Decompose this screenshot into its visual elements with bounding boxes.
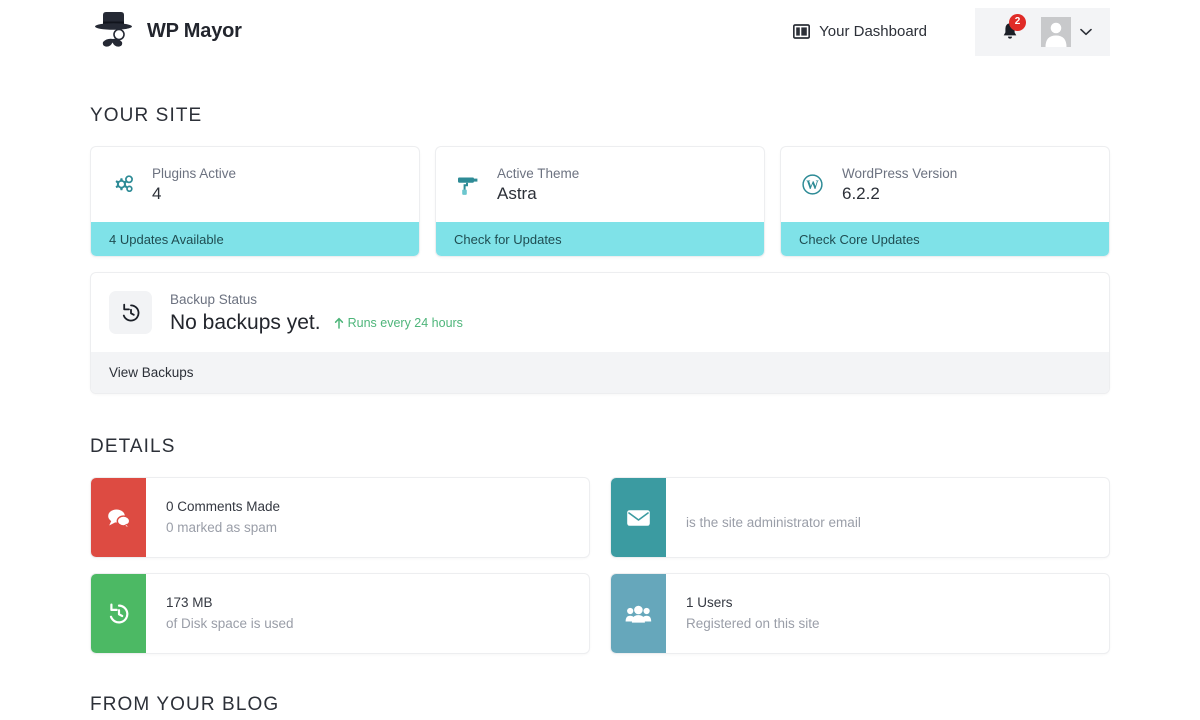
brand-name: WP Mayor	[147, 20, 242, 42]
backup-status-value: No backups yet.	[170, 310, 321, 334]
wordpress-version-card: W WordPress Version 6.2.2 Check Core Upd…	[780, 146, 1110, 257]
core-updates-action[interactable]: Check Core Updates	[781, 222, 1109, 256]
header-right: Your Dashboard 2	[793, 7, 1110, 56]
your-site-card-row: Plugins Active 4 4 Updates Available Act…	[90, 146, 1110, 257]
disk-space-detail-card: 173 MB of Disk space is used	[90, 573, 590, 654]
active-theme-value: Astra	[497, 184, 537, 204]
active-theme-text: Active Theme Astra	[497, 164, 579, 206]
backup-schedule-text: Runs every 24 hours	[347, 315, 463, 330]
notifications-button[interactable]: 2	[1001, 13, 1026, 43]
details-grid: 0 Comments Made 0 marked as spam is the …	[90, 477, 1110, 654]
your-site-heading: YOUR SITE	[90, 105, 203, 126]
comments-count: 0 Comments Made	[166, 498, 281, 514]
backup-schedule-note: Runs every 24 hours	[334, 316, 463, 330]
from-your-blog-heading: FROM YOUR BLOG	[90, 694, 280, 715]
comments-tile	[91, 478, 146, 557]
your-dashboard-label: Your Dashboard	[819, 23, 927, 40]
wordpress-version-label: WordPress Version	[842, 165, 958, 181]
admin-email-description: is the site administrator email	[686, 515, 861, 531]
history-disk-icon	[107, 602, 131, 626]
disk-space-value: 173 MB	[166, 594, 213, 610]
plugins-active-text: Plugins Active 4	[152, 164, 236, 206]
wordpress-icon: W	[799, 171, 826, 198]
user-menu-box: 2	[975, 7, 1110, 56]
users-count: 1 Users	[686, 594, 733, 610]
active-theme-label: Active Theme	[497, 165, 580, 181]
main-content: YOUR SITE Plugins Active 4 4 Updates Ava…	[0, 105, 1200, 720]
disk-space-detail-text: 173 MB of Disk space is used	[146, 574, 294, 653]
comments-detail-text: 0 Comments Made 0 marked as spam	[146, 478, 280, 557]
app-header: WP Mayor Your Dashboard 2	[0, 0, 1200, 63]
users-detail-card: 1 Users Registered on this site	[610, 573, 1110, 654]
users-group-icon	[625, 604, 652, 624]
backup-status-body: Backup Status No backups yet. Runs every…	[91, 273, 1109, 352]
user-avatar-placeholder	[1041, 16, 1071, 47]
svg-text:W: W	[806, 178, 819, 192]
plugins-updates-action[interactable]: 4 Updates Available	[91, 222, 419, 256]
comments-spam-count: 0 marked as spam	[166, 519, 278, 535]
plugins-active-value: 4	[152, 184, 162, 204]
admin-email-value	[686, 501, 861, 513]
users-description: Registered on this site	[686, 615, 820, 631]
plugins-active-label: Plugins Active	[152, 165, 237, 181]
users-detail-text: 1 Users Registered on this site	[666, 574, 820, 653]
columns-layout-icon	[793, 23, 811, 40]
paint-roller-icon	[454, 171, 481, 198]
wordpress-version-body: W WordPress Version 6.2.2	[781, 147, 1109, 222]
admin-email-detail-card: is the site administrator email	[610, 477, 1110, 558]
backup-status-card: Backup Status No backups yet. Runs every…	[90, 272, 1110, 394]
plugins-active-body: Plugins Active 4	[91, 147, 419, 222]
theme-updates-action[interactable]: Check for Updates	[436, 222, 764, 256]
comments-detail-card: 0 Comments Made 0 marked as spam	[90, 477, 590, 558]
details-heading: DETAILS	[90, 436, 176, 457]
comments-icon	[106, 506, 132, 530]
admin-email-tile	[611, 478, 666, 557]
admin-email-detail-text: is the site administrator email	[666, 478, 861, 557]
notification-count-badge: 2	[1009, 13, 1026, 31]
active-theme-card: Active Theme Astra Check for Updates	[435, 146, 765, 257]
backup-status-label: Backup Status	[170, 292, 258, 308]
disk-space-description: of Disk space is used	[166, 615, 294, 631]
view-backups-action[interactable]: View Backups	[91, 352, 1109, 393]
users-tile	[611, 574, 666, 653]
envelope-icon	[626, 508, 651, 528]
plugins-active-card: Plugins Active 4 4 Updates Available	[90, 146, 420, 257]
wordpress-version-value: 6.2.2	[842, 184, 880, 204]
history-restore-icon	[109, 291, 152, 334]
active-theme-body: Active Theme Astra	[436, 147, 764, 222]
disk-space-tile	[91, 574, 146, 653]
wordpress-version-text: WordPress Version 6.2.2	[842, 164, 957, 206]
backup-status-text: Backup Status No backups yet. Runs every…	[170, 290, 463, 334]
chevron-down-icon	[1080, 28, 1092, 36]
brand[interactable]: WP Mayor	[90, 9, 242, 55]
arrow-up-icon	[334, 317, 344, 329]
top-hat-mustache-monocle-logo	[90, 9, 136, 55]
backup-status-main: No backups yet. Runs every 24 hours	[170, 311, 463, 335]
gears-icon	[109, 171, 136, 198]
user-avatar-menu[interactable]	[1041, 16, 1092, 47]
your-dashboard-link[interactable]: Your Dashboard	[793, 23, 927, 40]
